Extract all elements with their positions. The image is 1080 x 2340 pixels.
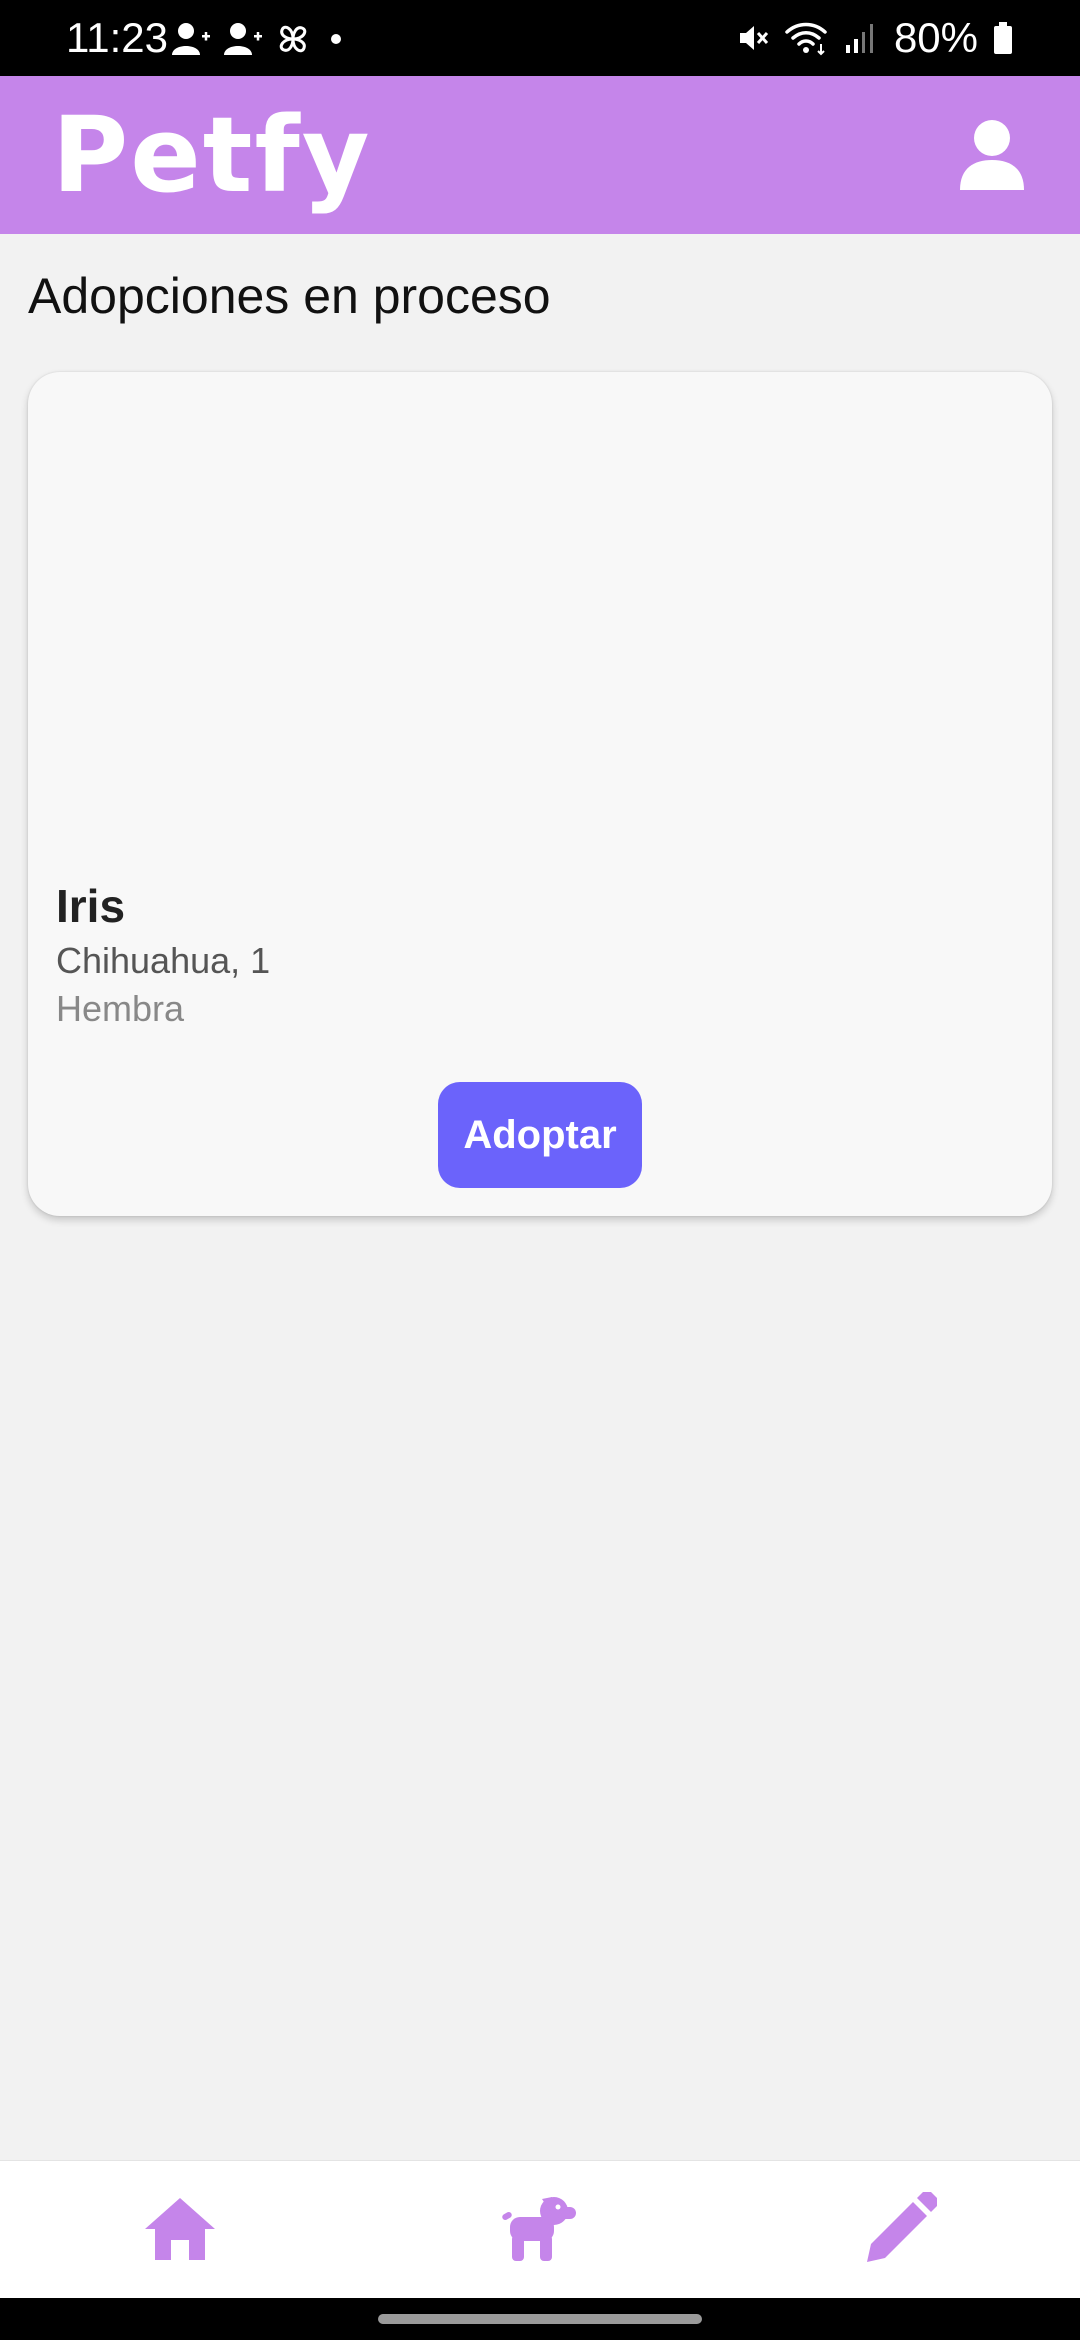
pet-card: Iris Chihuahua, 1 Hembra Adoptar bbox=[28, 372, 1052, 1216]
dot-icon bbox=[331, 34, 341, 44]
status-notification-icons bbox=[170, 20, 346, 58]
battery-percent: 80% bbox=[893, 14, 978, 61]
app-header: Petfy bbox=[0, 76, 1080, 234]
person-add-icon bbox=[224, 23, 262, 55]
profile-button[interactable] bbox=[954, 116, 1030, 192]
screen: 11:23 80% Petfy Adopciones en proceso Ir… bbox=[0, 0, 1080, 2340]
pet-breed-age: Chihuahua, 1 bbox=[56, 940, 271, 981]
pet-name: Iris bbox=[56, 880, 126, 932]
pinwheel-icon bbox=[279, 25, 307, 53]
nav-pets[interactable] bbox=[490, 2179, 590, 2279]
page-title: Adopciones en proceso bbox=[28, 268, 551, 324]
app-logo: Petfy bbox=[52, 94, 372, 216]
status-system-icons: 80% bbox=[736, 14, 1014, 62]
pencil-icon bbox=[867, 2192, 937, 2262]
mute-icon bbox=[739, 26, 769, 50]
dog-icon bbox=[502, 2197, 576, 2261]
status-bar: 11:23 80% bbox=[0, 0, 1080, 76]
person-add-icon bbox=[172, 23, 210, 55]
signal-icon bbox=[845, 24, 873, 53]
adopt-button[interactable]: Adoptar bbox=[438, 1082, 642, 1188]
home-indicator[interactable] bbox=[378, 2314, 702, 2324]
nav-edit[interactable] bbox=[850, 2179, 950, 2279]
bottom-nav bbox=[0, 2160, 1080, 2299]
pet-sex: Hembra bbox=[56, 988, 185, 1029]
nav-home[interactable] bbox=[130, 2179, 230, 2279]
home-icon bbox=[145, 2198, 215, 2260]
wifi-icon bbox=[785, 22, 827, 56]
system-nav-bar bbox=[0, 2298, 1080, 2340]
person-icon bbox=[960, 120, 1024, 190]
battery-icon bbox=[994, 22, 1012, 54]
status-time: 11:23 bbox=[66, 14, 168, 61]
pet-image bbox=[28, 372, 1052, 852]
